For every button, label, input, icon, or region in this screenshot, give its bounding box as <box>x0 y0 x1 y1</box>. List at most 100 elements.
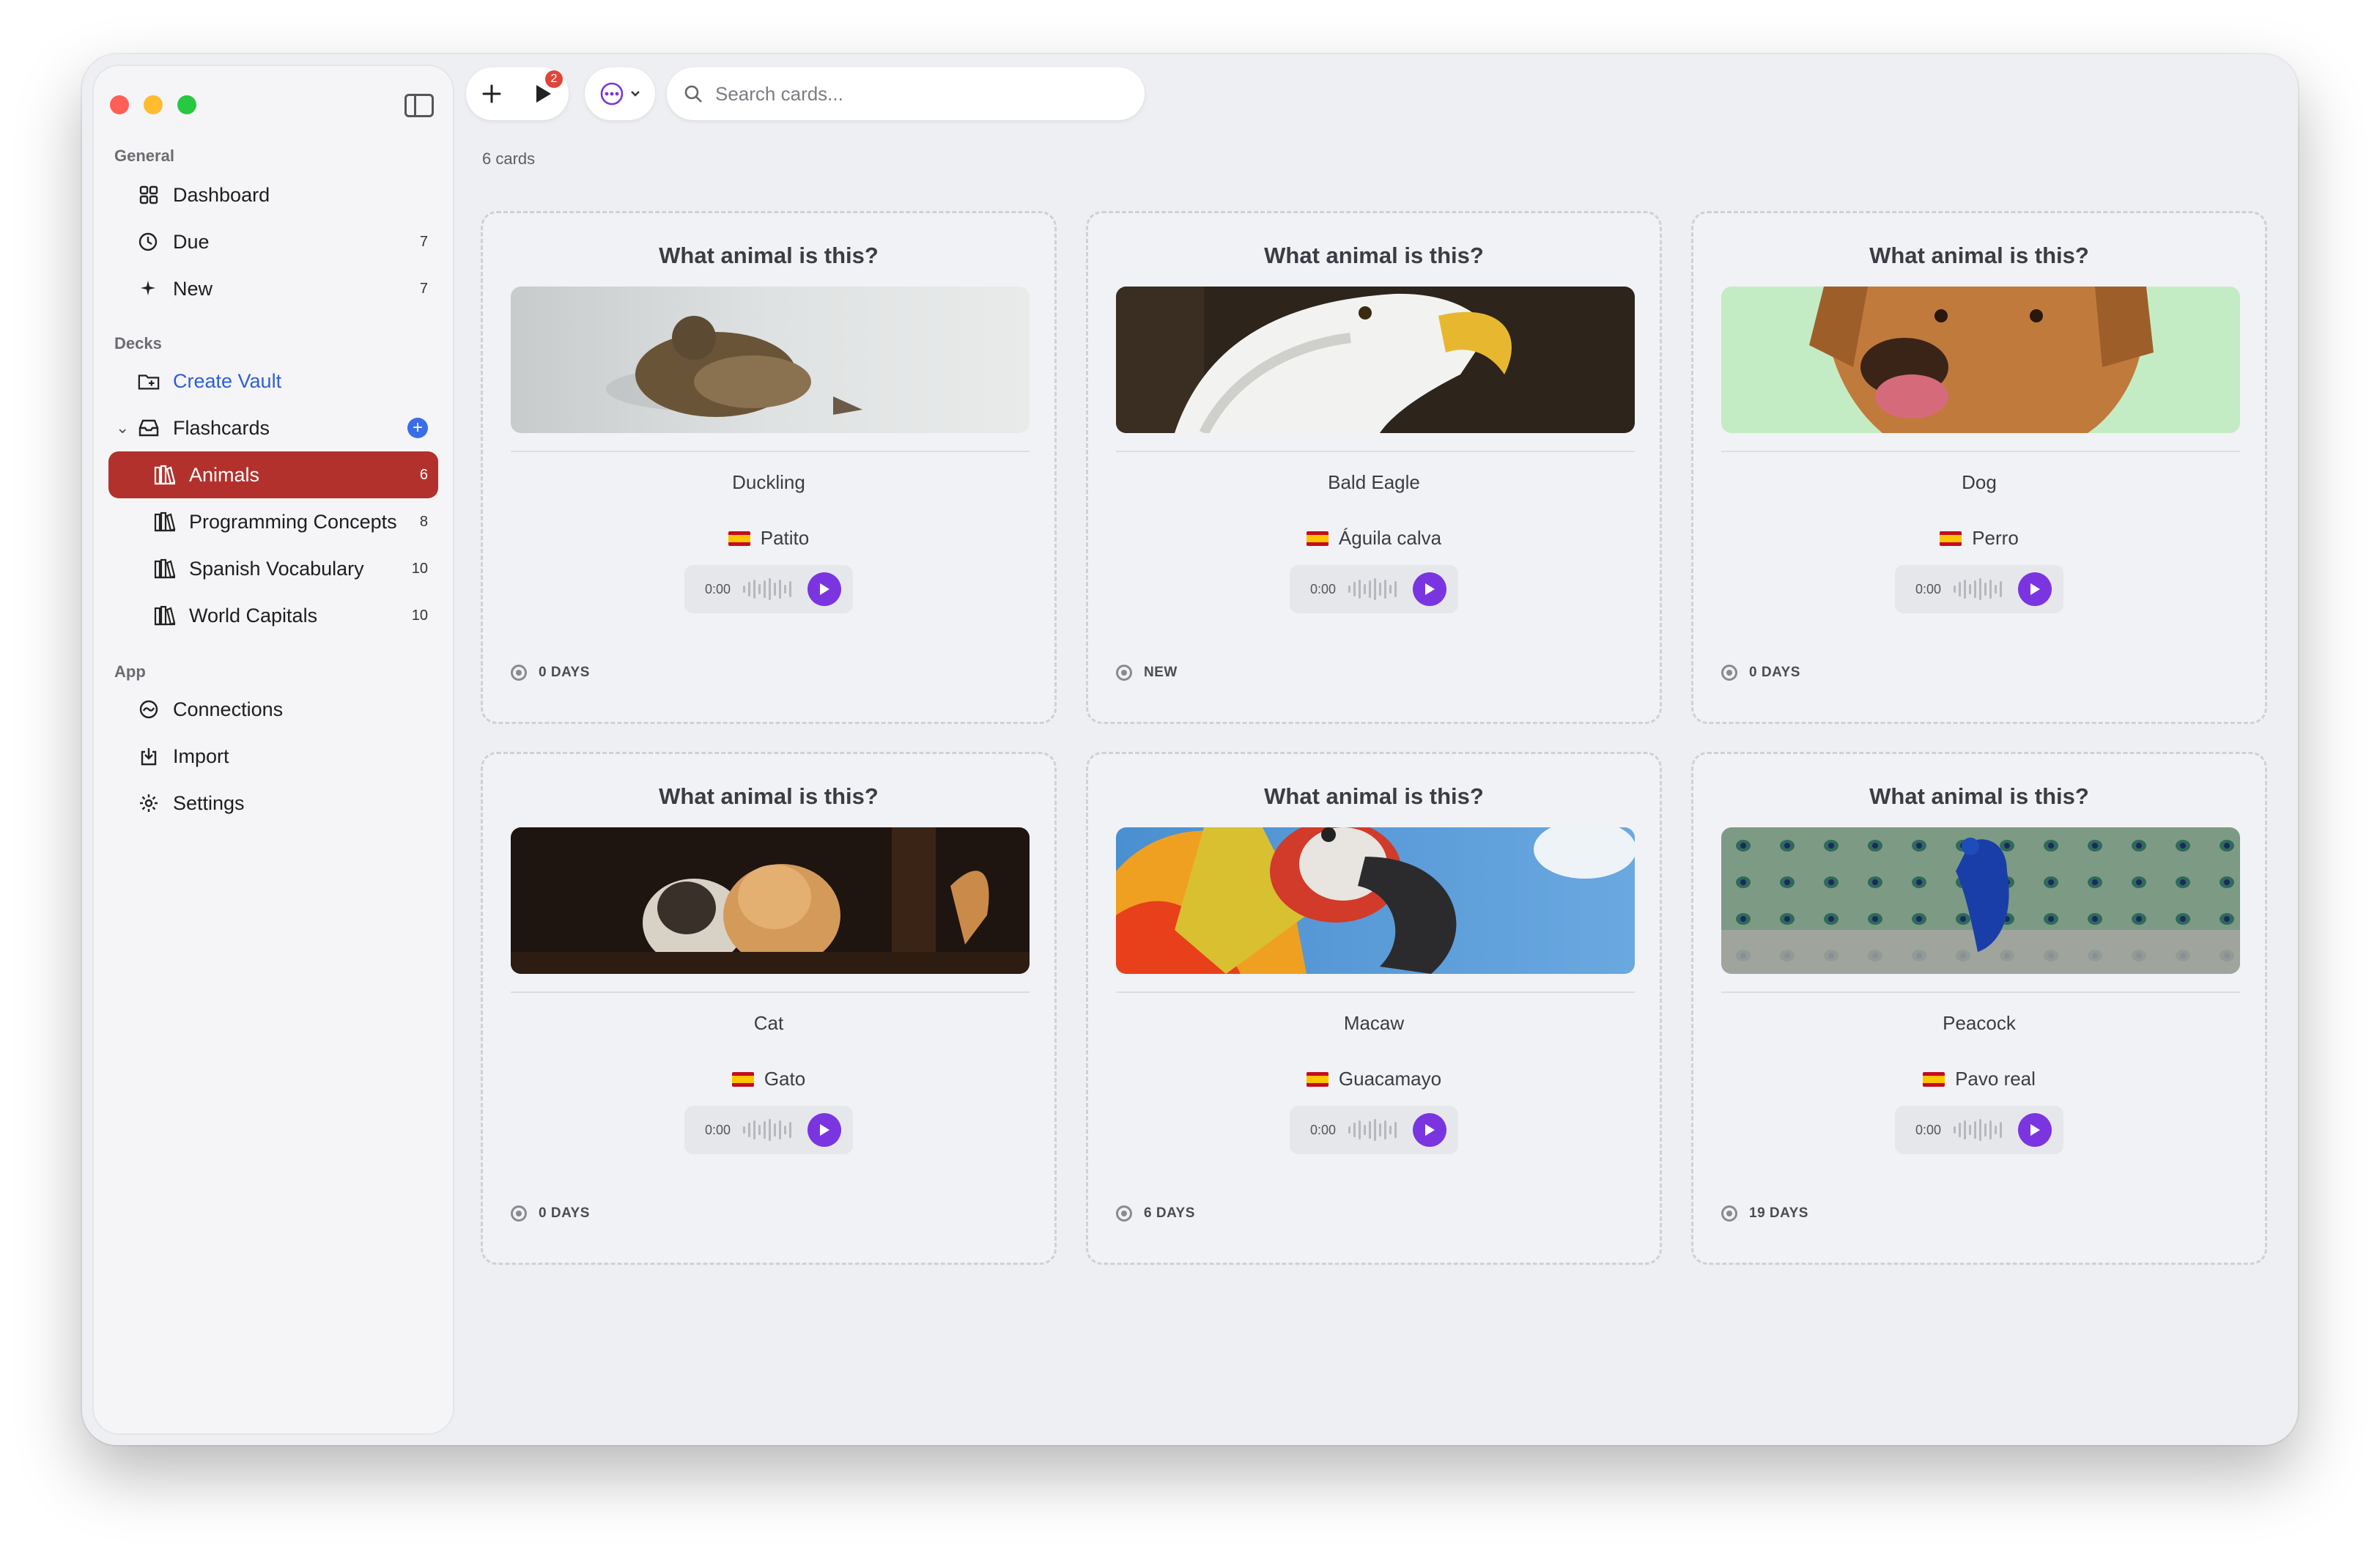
zoom-window-button[interactable] <box>177 95 196 114</box>
connections-icon <box>138 698 160 720</box>
deck-count: 10 <box>411 560 428 577</box>
review-status: 0 DAYS <box>511 1205 590 1222</box>
spain-flag-icon <box>1940 531 1962 546</box>
folder-plus-icon <box>138 370 160 392</box>
sidebar-toggle-icon[interactable] <box>404 94 434 117</box>
sidebar-item-import[interactable]: Import <box>108 733 438 780</box>
target-icon <box>511 1205 527 1222</box>
books-icon <box>154 605 176 627</box>
play-audio-button[interactable] <box>808 572 841 606</box>
flashcard[interactable]: What animal is this? Cat Gato 0:00 0 DAY… <box>481 752 1057 1265</box>
card-count-label: 6 cards <box>482 149 536 168</box>
kittens-photo <box>511 827 1030 974</box>
sidebar-item-label: Animals <box>189 463 260 486</box>
sidebar-item-flashcards[interactable]: ⌄ Flashcards + <box>108 405 438 451</box>
create-vault-button[interactable]: Create Vault <box>108 358 438 405</box>
audio-time: 0:00 <box>1915 581 1942 596</box>
window-controls <box>110 95 196 114</box>
waveform-icon <box>1348 1119 1402 1141</box>
audio-player[interactable]: 0:00 <box>1290 565 1458 613</box>
card-question: What animal is this? <box>1264 243 1484 268</box>
spain-flag-icon <box>1306 531 1328 546</box>
card-answer: Duckling <box>732 471 805 493</box>
card-question: What animal is this? <box>1264 783 1484 809</box>
audio-time: 0:00 <box>1310 1122 1337 1137</box>
clock-icon <box>138 231 160 253</box>
card-answer: Peacock <box>1943 1012 2016 1034</box>
translation-text: Patito <box>760 527 810 549</box>
minimize-window-button[interactable] <box>144 95 163 114</box>
sidebar-item-animals[interactable]: Animals 6 <box>108 451 438 498</box>
flashcard[interactable]: What animal is this? Dog Perro 0:00 0 DA… <box>1691 211 2267 724</box>
play-audio-button[interactable] <box>1413 572 1446 606</box>
audio-player[interactable]: 0:00 <box>1895 565 2063 613</box>
status-text: 0 DAYS <box>539 665 590 680</box>
study-play-button[interactable]: 2 <box>517 67 569 120</box>
dog-photo <box>1721 287 2240 433</box>
play-audio-button[interactable] <box>2018 572 2052 606</box>
sidebar-item-world-capitals[interactable]: World Capitals 10 <box>108 592 438 639</box>
flashcard[interactable]: What animal is this? Macaw Guacamayo 0:0… <box>1086 752 1662 1265</box>
audio-time: 0:00 <box>705 1122 731 1137</box>
card-question: What animal is this? <box>659 783 879 809</box>
sidebar-item-label: New <box>173 277 213 300</box>
play-audio-button[interactable] <box>1413 1113 1446 1147</box>
audio-time: 0:00 <box>1310 581 1337 596</box>
duckling-photo <box>511 287 1030 433</box>
books-icon <box>154 511 176 533</box>
play-audio-button[interactable] <box>808 1113 841 1147</box>
search-input[interactable] <box>715 82 1111 106</box>
card-divider <box>511 991 1030 993</box>
target-icon <box>511 665 527 681</box>
app-window: General Dashboard Due 7 New 7 Decks Crea… <box>82 54 2298 1445</box>
translation-text: Guacamayo <box>1338 1068 1442 1090</box>
section-title-general: General <box>114 147 174 165</box>
sidebar-item-label: Spanish Vocabulary <box>189 557 364 580</box>
card-question: What animal is this? <box>659 243 879 268</box>
sidebar-item-connections[interactable]: Connections <box>108 686 438 733</box>
close-window-button[interactable] <box>110 95 129 114</box>
waveform-icon <box>1348 578 1402 600</box>
flashcard[interactable]: What animal is this? Peacock Pavo real 0… <box>1691 752 2267 1265</box>
more-options-button[interactable] <box>585 67 655 120</box>
chevron-down-icon <box>631 91 640 97</box>
target-icon <box>1116 665 1132 681</box>
card-translation: Águila calva <box>1088 527 1660 550</box>
deck-count: 10 <box>411 607 428 624</box>
card-answer: Macaw <box>1343 1012 1405 1034</box>
review-status: NEW <box>1116 665 1178 681</box>
sidebar-item-settings[interactable]: Settings <box>108 780 438 827</box>
eagle-photo <box>1116 287 1635 433</box>
status-text: 0 DAYS <box>539 1205 590 1221</box>
card-divider <box>1721 451 2240 452</box>
waveform-icon <box>1954 578 2008 600</box>
macaw-photo <box>1116 827 1635 974</box>
card-answer: Cat <box>753 1012 784 1034</box>
chevron-down-icon[interactable]: ⌄ <box>116 418 129 437</box>
flashcard[interactable]: What animal is this? Bald Eagle Águila c… <box>1086 211 1662 724</box>
audio-player[interactable]: 0:00 <box>684 565 853 613</box>
search-bar[interactable] <box>667 67 1145 120</box>
sidebar-item-spanish-vocabulary[interactable]: Spanish Vocabulary 10 <box>108 545 438 592</box>
audio-player[interactable]: 0:00 <box>1895 1106 2063 1154</box>
add-card-button[interactable] <box>466 67 517 120</box>
sidebar-item-dashboard[interactable]: Dashboard <box>108 171 438 218</box>
audio-player[interactable]: 0:00 <box>684 1106 853 1154</box>
sidebar-item-label: Programming Concepts <box>189 510 397 533</box>
card-question: What animal is this? <box>1869 783 2089 809</box>
audio-player[interactable]: 0:00 <box>1290 1106 1458 1154</box>
add-deck-button[interactable]: + <box>407 418 428 438</box>
sidebar-item-new[interactable]: New 7 <box>108 265 438 312</box>
flashcard[interactable]: What animal is this? Duckling Patito 0:0… <box>481 211 1057 724</box>
play-audio-button[interactable] <box>2018 1113 2052 1147</box>
card-divider <box>1116 991 1635 993</box>
sparkle-icon <box>138 278 160 300</box>
sidebar-item-due[interactable]: Due 7 <box>108 218 438 265</box>
sidebar-item-programming-concepts[interactable]: Programming Concepts 8 <box>108 498 438 545</box>
translation-text: Águila calva <box>1338 527 1442 549</box>
review-status: 0 DAYS <box>1721 665 1800 681</box>
books-icon <box>154 558 176 580</box>
card-divider <box>1116 451 1635 452</box>
create-vault-label: Create Vault <box>173 369 282 392</box>
target-icon <box>1116 1205 1132 1222</box>
